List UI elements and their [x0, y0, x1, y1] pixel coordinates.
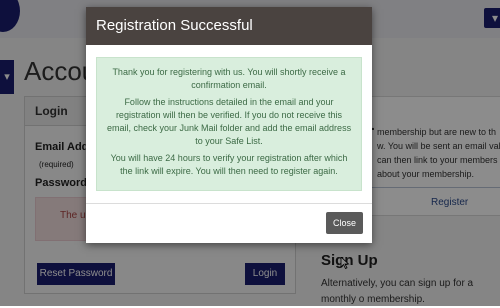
success-message-instructions: Follow the instructions detailed in the …	[106, 97, 352, 146]
dialog-header: Registration Successful	[86, 7, 372, 45]
success-message-confirmation: Thank you for registering with us. You w…	[112, 67, 346, 90]
registration-success-dialog: Registration Successful Thank you for re…	[86, 7, 372, 243]
dialog-footer-divider	[86, 203, 372, 204]
dialog-title: Registration Successful	[96, 17, 253, 34]
success-alert: Thank you for registering with us. You w…	[96, 57, 362, 191]
success-message-expiry: You will have 24 hours to verify your re…	[110, 153, 348, 176]
close-button[interactable]: Close	[326, 212, 363, 234]
